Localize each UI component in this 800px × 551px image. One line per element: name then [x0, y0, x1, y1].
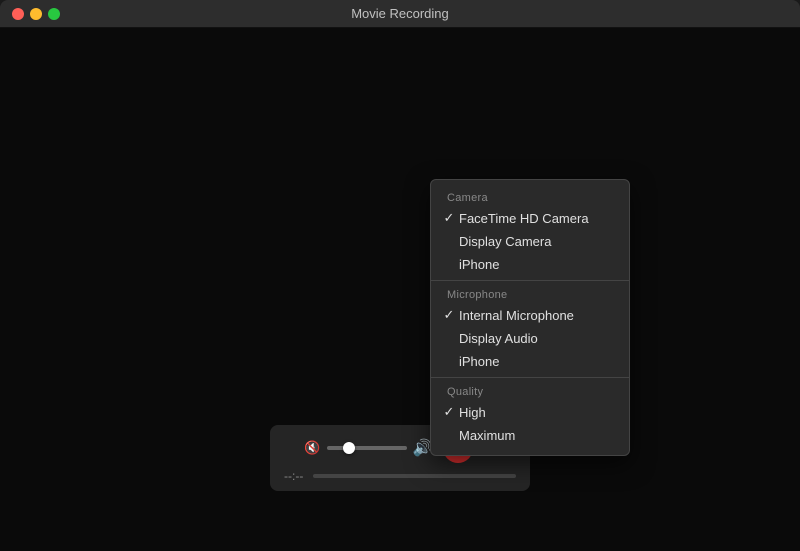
microphone-section: Microphone ✓ Internal Microphone Display… [431, 280, 629, 377]
microphone-section-label: Microphone [431, 285, 629, 303]
microphone-iphone[interactable]: iPhone [431, 350, 629, 373]
close-button[interactable] [12, 8, 24, 20]
progress-bar [313, 474, 516, 478]
volume-low-icon: 🔇 [304, 440, 320, 456]
camera-display-label: Display Camera [459, 234, 613, 249]
microphone-internal[interactable]: ✓ Internal Microphone [431, 303, 629, 327]
volume-section: 🔇 🔊 [304, 438, 432, 458]
maximize-button[interactable] [48, 8, 60, 20]
camera-iphone-label: iPhone [459, 257, 613, 272]
microphone-iphone-label: iPhone [459, 354, 613, 369]
microphone-internal-label: Internal Microphone [459, 308, 613, 323]
minimize-button[interactable] [30, 8, 42, 20]
checkmark-icon: ✓ [439, 307, 459, 323]
camera-facetime-label: FaceTime HD Camera [459, 211, 613, 226]
title-bar: Movie Recording [0, 0, 800, 28]
volume-thumb [343, 442, 355, 454]
controls-bottom-row: --:-- [284, 469, 516, 483]
camera-section-label: Camera [431, 188, 629, 206]
camera-facetime[interactable]: ✓ FaceTime HD Camera [431, 206, 629, 230]
quality-maximum-label: Maximum [459, 428, 613, 443]
microphone-display-audio[interactable]: Display Audio [431, 327, 629, 350]
quality-section-label: Quality [431, 382, 629, 400]
time-display: --:-- [284, 469, 303, 483]
volume-slider[interactable] [327, 446, 407, 450]
microphone-display-audio-label: Display Audio [459, 331, 613, 346]
main-area: 🔇 🔊 ▾ --:-- Camera ✓ FaceTime HD Camera [0, 28, 800, 551]
quality-maximum[interactable]: Maximum [431, 424, 629, 447]
quality-high-label: High [459, 405, 613, 420]
checkmark-icon: ✓ [439, 210, 459, 226]
quality-section: Quality ✓ High Maximum [431, 377, 629, 451]
camera-iphone[interactable]: iPhone [431, 253, 629, 276]
dropdown-menu: Camera ✓ FaceTime HD Camera Display Came… [430, 179, 630, 456]
quality-high[interactable]: ✓ High [431, 400, 629, 424]
checkmark-icon: ✓ [439, 404, 459, 420]
camera-section: Camera ✓ FaceTime HD Camera Display Came… [431, 184, 629, 280]
camera-display[interactable]: Display Camera [431, 230, 629, 253]
window-title: Movie Recording [351, 6, 449, 21]
window-controls [12, 8, 60, 20]
